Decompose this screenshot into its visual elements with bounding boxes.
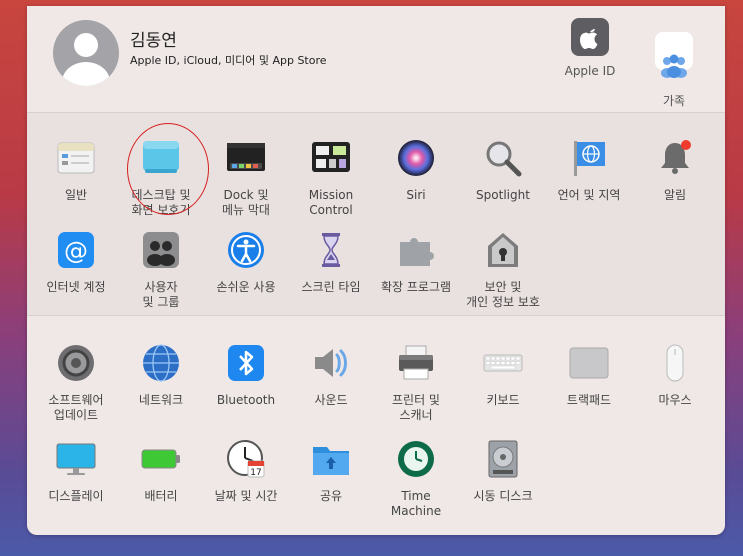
pane-label: 언어 및 지역 <box>557 188 621 202</box>
pane-label: Mission Control <box>308 188 354 217</box>
pane-spotlight[interactable]: Spotlight <box>455 138 551 203</box>
screen-time-icon <box>311 230 351 270</box>
date-time-icon: 17 <box>226 439 266 479</box>
printer-icon <box>396 343 436 383</box>
pane-time-machine[interactable]: Time Machine <box>368 439 464 519</box>
pane-label: 시동 디스크 <box>473 489 533 503</box>
calendar-day: 17 <box>250 468 262 478</box>
apple-id-label: Apple ID <box>564 64 616 78</box>
mission-control-icon <box>311 138 351 178</box>
pane-label: 인터넷 계정 <box>46 280 106 294</box>
keyboard-icon <box>483 343 523 383</box>
pane-label: 프린터 및 스캐너 <box>392 393 440 422</box>
pane-notifications[interactable]: 알림 <box>627 138 723 203</box>
pane-label: 알림 <box>663 188 687 202</box>
pane-sharing[interactable]: 공유 <box>283 439 379 504</box>
general-icon <box>56 138 96 178</box>
pane-general[interactable]: 일반 <box>28 138 124 203</box>
pane-network[interactable]: 네트워크 <box>113 343 209 408</box>
trackpad-icon <box>569 343 609 383</box>
bluetooth-icon <box>226 343 266 383</box>
pane-language-region[interactable]: 언어 및 지역 <box>541 138 637 203</box>
pane-displays[interactable]: 디스플레이 <box>28 439 124 504</box>
pane-screen-time[interactable]: 스크린 타임 <box>283 230 379 295</box>
pane-label: Siri <box>406 188 426 202</box>
siri-icon <box>396 138 436 178</box>
software-update-icon <box>56 343 96 383</box>
pane-battery[interactable]: 배터리 <box>113 439 209 504</box>
pane-label: 배터리 <box>144 489 178 503</box>
pane-label: 디스플레이 <box>48 489 104 503</box>
pane-sound[interactable]: 사운드 <box>283 343 379 408</box>
pane-software-update[interactable]: 소프트웨어 업데이트 <box>28 343 124 423</box>
pane-dock-menubar[interactable]: Dock 및 메뉴 막대 <box>198 138 294 218</box>
pane-label: 보안 및 개인 정보 보호 <box>466 280 540 309</box>
startup-disk-icon <box>483 439 523 479</box>
pane-label: Spotlight <box>476 188 530 202</box>
divider <box>27 315 725 316</box>
pane-extensions[interactable]: 확장 프로그램 <box>368 230 464 295</box>
sound-icon <box>311 343 351 383</box>
pane-label: 네트워크 <box>138 393 184 407</box>
security-privacy-icon <box>483 230 523 270</box>
pane-users-groups[interactable]: 사용자 및 그룹 <box>113 230 209 310</box>
dock-icon <box>226 138 266 178</box>
pane-label: Time Machine <box>390 489 442 518</box>
highlight-circle <box>127 123 209 215</box>
internet-accounts-icon: @ <box>56 230 96 270</box>
pane-label: 사용자 및 그룹 <box>142 280 180 309</box>
accessibility-icon <box>226 230 266 270</box>
pane-label: 손쉬운 사용 <box>216 280 276 294</box>
pane-label: 소프트웨어 업데이트 <box>48 393 104 422</box>
pane-security-privacy[interactable]: 보안 및 개인 정보 보호 <box>455 230 551 310</box>
display-icon <box>56 439 96 479</box>
users-groups-icon <box>141 230 181 270</box>
pane-accessibility[interactable]: 손쉬운 사용 <box>198 230 294 295</box>
apple-id-pane[interactable]: Apple ID <box>555 18 625 78</box>
account-header: 김동연 Apple ID, iCloud, 미디어 및 App Store Ap… <box>27 6 725 125</box>
pane-bluetooth[interactable]: Bluetooth <box>198 343 294 408</box>
pane-label: 확장 프로그램 <box>380 280 452 294</box>
svg-text:@: @ <box>64 237 88 265</box>
pane-label: 공유 <box>319 489 343 503</box>
pane-label: 사운드 <box>314 393 348 407</box>
mouse-icon <box>655 343 695 383</box>
pane-label: 키보드 <box>486 393 520 407</box>
pane-label: 마우스 <box>658 393 692 407</box>
notifications-icon <box>655 138 695 178</box>
pane-mouse[interactable]: 마우스 <box>627 343 723 408</box>
pane-label: Dock 및 메뉴 막대 <box>222 188 270 217</box>
language-region-icon <box>569 138 609 178</box>
system-preferences-window: 김동연 Apple ID, iCloud, 미디어 및 App Store Ap… <box>27 6 725 535</box>
pane-label: 트랙패드 <box>566 393 612 407</box>
battery-icon <box>141 439 181 479</box>
avatar[interactable] <box>53 20 119 86</box>
network-icon <box>141 343 181 383</box>
pane-label: 일반 <box>64 188 88 202</box>
pane-startup-disk[interactable]: 시동 디스크 <box>455 439 551 504</box>
sharing-icon <box>311 439 351 479</box>
pane-siri[interactable]: Siri <box>368 138 464 203</box>
account-subtitle: Apple ID, iCloud, 미디어 및 App Store <box>130 54 327 67</box>
extensions-icon <box>396 230 436 270</box>
apple-icon <box>571 18 609 56</box>
pane-trackpad[interactable]: 트랙패드 <box>541 343 637 408</box>
pane-label: 스크린 타임 <box>301 280 361 294</box>
pane-keyboard[interactable]: 키보드 <box>455 343 551 408</box>
pane-printers-scanners[interactable]: 프린터 및 스캐너 <box>368 343 464 423</box>
pane-label: 날짜 및 시간 <box>214 489 278 503</box>
family-sharing-icon <box>655 32 693 78</box>
pane-internet-accounts[interactable]: @ 인터넷 계정 <box>28 230 124 295</box>
pane-label: Bluetooth <box>216 393 276 407</box>
time-machine-icon <box>396 439 436 479</box>
pane-mission-control[interactable]: Mission Control <box>283 138 379 218</box>
account-name: 김동연 <box>130 31 177 51</box>
pane-date-time[interactable]: 17 날짜 및 시간 <box>198 439 294 504</box>
spotlight-icon <box>483 138 523 178</box>
